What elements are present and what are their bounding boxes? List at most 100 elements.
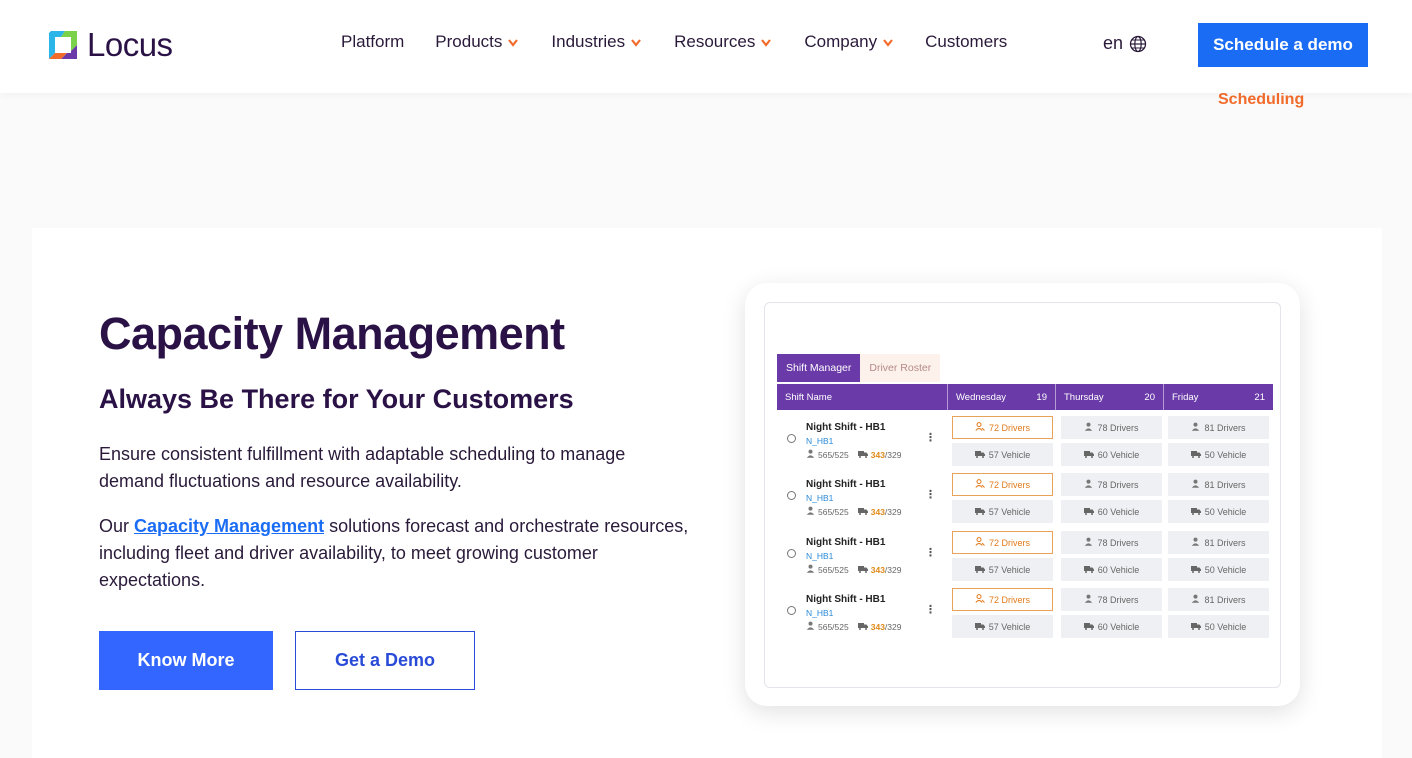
language-selector[interactable]: en xyxy=(1103,33,1147,54)
more-options-icon[interactable]: ⋮ xyxy=(925,603,936,616)
row-select-radio[interactable] xyxy=(787,549,796,558)
drivers-cell[interactable]: 78 Drivers xyxy=(1061,588,1162,611)
vehicles-cell[interactable]: 50 Vehicle xyxy=(1168,615,1269,638)
row-select-radio[interactable] xyxy=(787,434,796,443)
vehicles-count: 57 Vehicle xyxy=(988,564,1031,575)
truck-icon xyxy=(1083,565,1094,575)
shift-name: Night Shift - HB1 xyxy=(806,422,886,433)
column-header-shift: Shift Name xyxy=(777,384,948,410)
nav-products[interactable]: Products xyxy=(435,32,519,52)
nav-platform[interactable]: Platform xyxy=(341,32,404,52)
drivers-cell[interactable]: 78 Drivers xyxy=(1061,416,1162,439)
truck-icon xyxy=(974,450,985,460)
shift-cell: Night Shift - HB1 N_HB1 565/525 343/329 ⋮ xyxy=(777,414,947,471)
shift-stats: 565/525 343/329 xyxy=(806,621,901,632)
drivers-count: 72 Drivers xyxy=(988,422,1030,433)
shift-code[interactable]: N_HB1 xyxy=(806,551,833,561)
vehicles-cell[interactable]: 50 Vehicle xyxy=(1168,443,1269,466)
vehicles-count: 50 Vehicle xyxy=(1204,621,1247,632)
person-icon xyxy=(806,621,815,632)
schedule-demo-button[interactable]: Schedule a demo xyxy=(1198,23,1368,67)
shift-cell: Night Shift - HB1 N_HB1 565/525 343/329 ⋮ xyxy=(777,586,947,643)
driver-icon xyxy=(975,594,985,605)
shift-stats: 565/525 343/329 xyxy=(806,564,901,575)
drivers-cell[interactable]: 78 Drivers xyxy=(1061,473,1162,496)
column-number: 21 xyxy=(1254,391,1265,403)
truck-icon xyxy=(1083,507,1094,517)
drivers-cell[interactable]: 81 Drivers xyxy=(1168,416,1269,439)
drivers-cell[interactable]: 72 Drivers xyxy=(952,416,1053,439)
vehicles-cell[interactable]: 50 Vehicle xyxy=(1168,558,1269,581)
nav-customers[interactable]: Customers xyxy=(925,32,1007,52)
get-demo-button[interactable]: Get a Demo xyxy=(295,631,475,690)
section-subtitle: Always Be There for Your Customers xyxy=(99,384,574,414)
description-paragraph: Ensure consistent fulfillment with adapt… xyxy=(99,444,626,491)
truck-icon xyxy=(1083,450,1094,460)
driver-stat: 565/525 xyxy=(818,449,849,460)
vehicle-stat-warn: 343 xyxy=(870,621,885,632)
vehicles-cell[interactable]: 57 Vehicle xyxy=(952,558,1053,581)
vehicles-cell[interactable]: 60 Vehicle xyxy=(1061,500,1162,523)
vehicles-cell[interactable]: 57 Vehicle xyxy=(952,500,1053,523)
vehicles-cell[interactable]: 60 Vehicle xyxy=(1061,443,1162,466)
capacity-management-link[interactable]: Capacity Management xyxy=(134,516,324,536)
drivers-cell[interactable]: 72 Drivers xyxy=(952,473,1053,496)
know-more-button[interactable]: Know More xyxy=(99,631,273,690)
truck-icon xyxy=(974,622,985,632)
nav-company[interactable]: Company xyxy=(804,32,893,52)
more-options-icon[interactable]: ⋮ xyxy=(925,488,936,501)
driver-icon xyxy=(1084,537,1093,548)
drivers-cell[interactable]: 72 Drivers xyxy=(952,531,1053,554)
row-select-radio[interactable] xyxy=(787,491,796,500)
shift-code[interactable]: N_HB1 xyxy=(806,608,833,618)
driver-icon xyxy=(1084,479,1093,490)
app-tabs: Shift Manager Driver Roster xyxy=(777,354,941,382)
drivers-cell[interactable]: 72 Drivers xyxy=(952,588,1053,611)
truck-icon xyxy=(857,622,868,632)
shift-code[interactable]: N_HB1 xyxy=(806,493,833,503)
tab-shift-manager[interactable]: Shift Manager xyxy=(777,354,861,382)
scheduling-link[interactable]: Scheduling xyxy=(1218,91,1304,109)
locus-logo[interactable]: Locus xyxy=(45,27,173,63)
page-title: Capacity Management xyxy=(99,308,565,359)
vehicles-cell[interactable]: 50 Vehicle xyxy=(1168,500,1269,523)
row-select-radio[interactable] xyxy=(787,606,796,615)
vehicles-cell[interactable]: 57 Vehicle xyxy=(952,615,1053,638)
more-options-icon[interactable]: ⋮ xyxy=(925,546,936,559)
drivers-count: 72 Drivers xyxy=(988,594,1030,605)
vehicle-stat-warn: 343 xyxy=(870,564,885,575)
vehicle-stat: /329 xyxy=(884,564,902,575)
tab-driver-roster[interactable]: Driver Roster xyxy=(860,354,941,382)
vehicles-cell[interactable]: 60 Vehicle xyxy=(1061,558,1162,581)
vehicles-count: 60 Vehicle xyxy=(1097,449,1140,460)
main-nav: Platform Products Industries Resources C… xyxy=(341,32,1007,52)
drivers-count: 72 Drivers xyxy=(988,479,1030,490)
drivers-cell[interactable]: 81 Drivers xyxy=(1168,531,1269,554)
nav-industries[interactable]: Industries xyxy=(551,32,641,52)
shift-code[interactable]: N_HB1 xyxy=(806,436,833,446)
column-header-friday: Friday 21 xyxy=(1164,384,1273,410)
language-label: en xyxy=(1103,33,1124,53)
drivers-cell[interactable]: 81 Drivers xyxy=(1168,588,1269,611)
driver-icon xyxy=(1191,479,1200,490)
vehicles-count: 50 Vehicle xyxy=(1204,564,1247,575)
drivers-cell[interactable]: 81 Drivers xyxy=(1168,473,1269,496)
truck-icon xyxy=(1190,565,1201,575)
vehicles-cell[interactable]: 57 Vehicle xyxy=(952,443,1053,466)
column-label: Shift Name xyxy=(785,391,832,403)
drivers-count: 72 Drivers xyxy=(988,537,1030,548)
nav-resources[interactable]: Resources xyxy=(674,32,772,52)
chevron-down-icon xyxy=(508,39,519,47)
more-options-icon[interactable]: ⋮ xyxy=(925,431,936,444)
driver-stat: 565/525 xyxy=(818,506,849,517)
vehicle-stat-warn: 343 xyxy=(870,506,885,517)
table-row: Night Shift - HB1 N_HB1 565/525 343/329 ⋮ 72 … xyxy=(777,529,1273,586)
column-header-thursday: Thursday 20 xyxy=(1056,384,1164,410)
chevron-down-icon xyxy=(883,39,893,47)
driver-stat: 565/525 xyxy=(818,621,849,632)
column-number: 19 xyxy=(1036,391,1047,403)
truck-icon xyxy=(974,565,985,575)
truck-icon xyxy=(1190,450,1201,460)
drivers-cell[interactable]: 78 Drivers xyxy=(1061,531,1162,554)
vehicles-cell[interactable]: 60 Vehicle xyxy=(1061,615,1162,638)
